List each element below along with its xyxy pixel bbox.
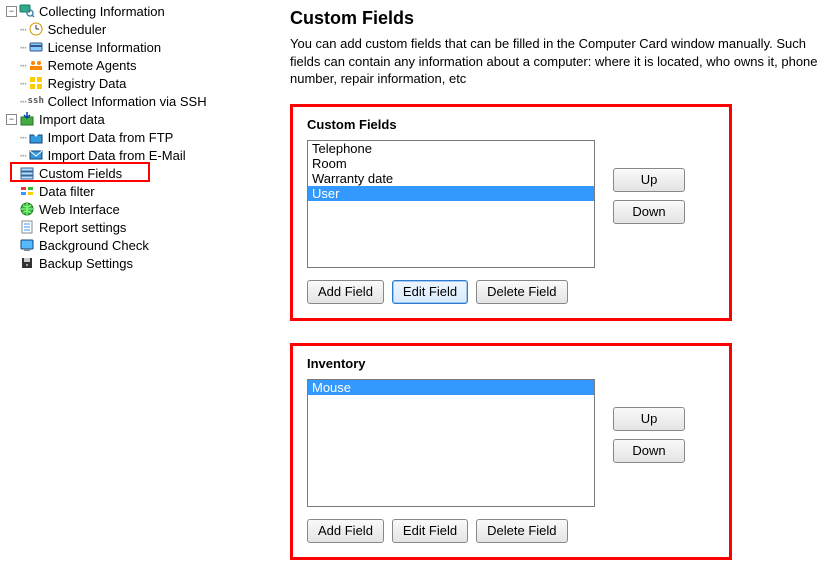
ftp-icon bbox=[28, 129, 44, 145]
group-title: Inventory bbox=[307, 356, 715, 371]
list-item[interactable]: User bbox=[308, 186, 594, 201]
edit-field-button[interactable]: Edit Field bbox=[392, 280, 468, 304]
tree-item-label: Collect Information via SSH bbox=[48, 94, 207, 109]
agents-icon bbox=[28, 57, 44, 73]
tree-item-label: Data filter bbox=[39, 184, 95, 199]
tree-item-label: Backup Settings bbox=[39, 256, 133, 271]
import-icon bbox=[19, 111, 35, 127]
list-item[interactable]: Room bbox=[308, 156, 594, 171]
tree-item-backup-settings[interactable]: Backup Settings bbox=[0, 254, 290, 272]
report-icon bbox=[19, 219, 35, 235]
tree-item-label: Collecting Information bbox=[39, 4, 165, 19]
card-icon bbox=[28, 39, 44, 55]
group-title: Custom Fields bbox=[307, 117, 715, 132]
registry-icon bbox=[28, 75, 44, 91]
tree-lines: ⋯ bbox=[20, 23, 26, 36]
tree-item-label: Custom Fields bbox=[39, 166, 122, 181]
tree-item-label: Import Data from E-Mail bbox=[48, 148, 186, 163]
tree-item-collect-information-via-ssh[interactable]: ⋯ssh Collect Information via SSH bbox=[0, 92, 290, 110]
tree-item-scheduler[interactable]: ⋯ Scheduler bbox=[0, 20, 290, 38]
tree-item-registry-data[interactable]: ⋯ Registry Data bbox=[0, 74, 290, 92]
main-panel: Custom Fields You can add custom fields … bbox=[290, 0, 832, 586]
tree-item-label: Import Data from FTP bbox=[48, 130, 174, 145]
tree-lines: ⋯ bbox=[20, 149, 26, 162]
list-item[interactable]: Telephone bbox=[308, 141, 594, 156]
email-icon bbox=[28, 147, 44, 163]
tree-lines: ⋯ bbox=[20, 131, 26, 144]
group-inventory: Inventory Mouse Up Down Add Field Edit Field D… bbox=[290, 343, 732, 560]
globe-icon bbox=[19, 201, 35, 217]
down-button[interactable]: Down bbox=[613, 439, 685, 463]
collapse-toggle-icon[interactable]: − bbox=[6, 6, 17, 17]
tree-item-label: Import data bbox=[39, 112, 105, 127]
tree-item-label: Web Interface bbox=[39, 202, 120, 217]
tree-item-label: Remote Agents bbox=[48, 58, 137, 73]
up-button[interactable]: Up bbox=[613, 407, 685, 431]
delete-field-button[interactable]: Delete Field bbox=[476, 280, 567, 304]
tree-item-label: Registry Data bbox=[48, 76, 127, 91]
field-listbox[interactable]: Mouse bbox=[307, 379, 595, 507]
down-button[interactable]: Down bbox=[613, 200, 685, 224]
tree-lines: ⋯ bbox=[20, 59, 26, 72]
tree-item-web-interface[interactable]: Web Interface bbox=[0, 200, 290, 218]
tree-item-import-data-from-ftp[interactable]: ⋯ Import Data from FTP bbox=[0, 128, 290, 146]
delete-field-button[interactable]: Delete Field bbox=[476, 519, 567, 543]
tree-item-collecting-information[interactable]: − Collecting Information bbox=[0, 2, 290, 20]
tree-item-custom-fields[interactable]: Custom Fields bbox=[0, 164, 290, 182]
collapse-toggle-icon[interactable]: − bbox=[6, 114, 17, 125]
group-custom-fields: Custom FieldsTelephoneRoomWarranty dateU… bbox=[290, 104, 732, 321]
filter-icon bbox=[19, 183, 35, 199]
edit-field-button[interactable]: Edit Field bbox=[392, 519, 468, 543]
tree-lines: ⋯ bbox=[20, 95, 26, 108]
tree-item-report-settings[interactable]: Report settings bbox=[0, 218, 290, 236]
tree-item-label: Scheduler bbox=[48, 22, 107, 37]
clock-icon bbox=[28, 21, 44, 37]
add-field-button[interactable]: Add Field bbox=[307, 280, 384, 304]
tree-lines: ⋯ bbox=[20, 41, 26, 54]
list-item[interactable]: Mouse bbox=[308, 380, 594, 395]
tree-item-label: Background Check bbox=[39, 238, 149, 253]
sidebar: − Collecting Information ⋯ Scheduler ⋯ Licens… bbox=[0, 0, 290, 586]
tree-item-license-information[interactable]: ⋯ License Information bbox=[0, 38, 290, 56]
fields-icon bbox=[19, 165, 35, 181]
tree-item-data-filter[interactable]: Data filter bbox=[0, 182, 290, 200]
magnifier-pc-icon bbox=[19, 3, 35, 19]
tree-item-label: License Information bbox=[48, 40, 161, 55]
tree-item-import-data[interactable]: − Import data bbox=[0, 110, 290, 128]
tree-item-remote-agents[interactable]: ⋯ Remote Agents bbox=[0, 56, 290, 74]
up-button[interactable]: Up bbox=[613, 168, 685, 192]
page-title: Custom Fields bbox=[290, 8, 832, 29]
tree-item-label: Report settings bbox=[39, 220, 126, 235]
list-item[interactable]: Warranty date bbox=[308, 171, 594, 186]
tree-item-import-data-from-e-mail[interactable]: ⋯ Import Data from E-Mail bbox=[0, 146, 290, 164]
backup-icon bbox=[19, 255, 35, 271]
ssh-icon: ssh bbox=[28, 93, 44, 109]
field-listbox[interactable]: TelephoneRoomWarranty dateUser bbox=[307, 140, 595, 268]
page-description: You can add custom fields that can be fi… bbox=[290, 35, 832, 88]
tree-lines: ⋯ bbox=[20, 77, 26, 90]
bgcheck-icon bbox=[19, 237, 35, 253]
tree-item-background-check[interactable]: Background Check bbox=[0, 236, 290, 254]
add-field-button[interactable]: Add Field bbox=[307, 519, 384, 543]
